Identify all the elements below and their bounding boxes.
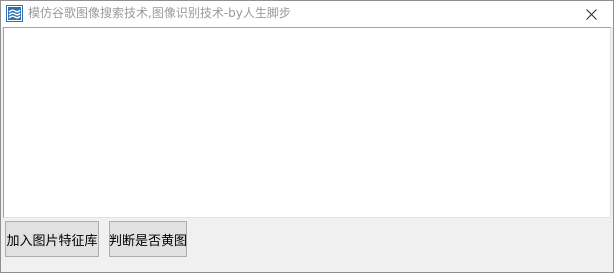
add-to-feature-library-button[interactable]: 加入图片特征库 — [5, 221, 99, 257]
main-window: 模仿谷歌图像搜索技术,图像识别技术-by人生脚步 加入图片特征库 判断是否黄图 — [0, 0, 614, 273]
window-title: 模仿谷歌图像搜索技术,图像识别技术-by人生脚步 — [28, 6, 291, 20]
picture-box[interactable] — [3, 27, 611, 218]
close-button[interactable] — [569, 1, 613, 27]
close-icon — [585, 5, 597, 24]
title-bar[interactable]: 模仿谷歌图像搜索技术,图像识别技术-by人生脚步 — [1, 1, 613, 27]
judge-image-button[interactable]: 判断是否黄图 — [109, 221, 187, 257]
app-icon — [6, 5, 23, 22]
